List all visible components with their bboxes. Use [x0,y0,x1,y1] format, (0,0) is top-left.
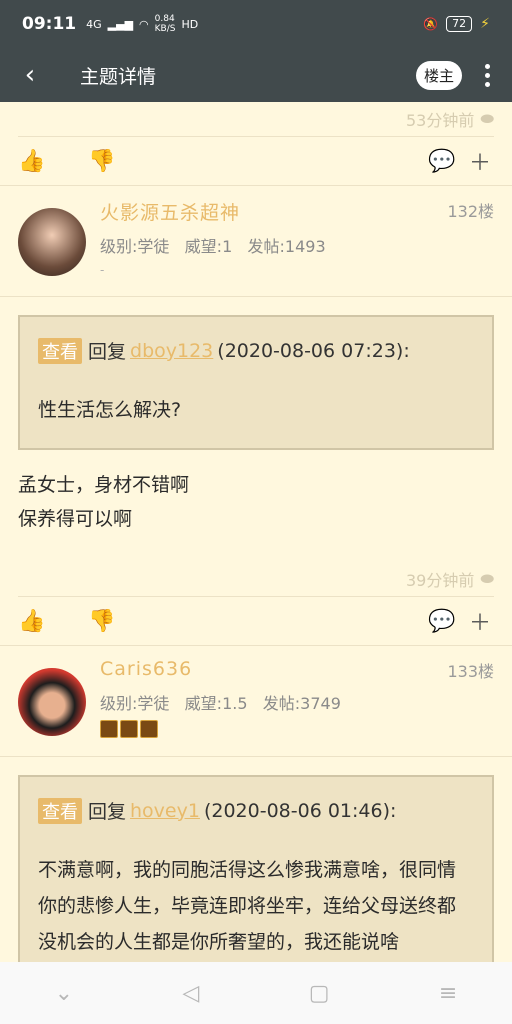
quote-date: (2020-08-06 01:46): [203,799,397,822]
post-actions: 👍 👎 💬 ＋ [0,597,512,645]
charging-icon: ⚡ [480,16,490,32]
status-bar: 09:11 4G ▂▄▆ ◠ 0.84 KB/S HD 🔕 72 ⚡ [0,0,512,48]
app-bar: ‹ 主题详情 楼主 [0,48,512,102]
author-badges [100,720,494,738]
add-icon[interactable]: ＋ [466,147,494,176]
post-author: 火影源五杀超神 132楼 级别:学徒 威望:1 发帖:1493 - [0,185,512,297]
quote-block: 查看 回复 dboy123 (2020-08-06 07:23): 性生活怎么解… [18,315,494,450]
author-signature: - [100,263,105,277]
net-speed: 0.84 KB/S [155,14,176,34]
hide-keyboard-icon[interactable]: ⌄ [55,981,73,1006]
floor-number: 133楼 [447,662,494,681]
comment-icon[interactable]: 💬 [428,607,456,635]
nav-menu-icon[interactable]: ≡ [439,981,457,1006]
quote-header: 查看 回复 dboy123 (2020-08-06 07:23): [38,337,474,364]
quote-date: (2020-08-06 07:23): [217,339,410,362]
net-speed-unit: KB/S [154,24,176,34]
post-body: 孟女士，身材不错啊 保养得可以啊 [18,468,494,536]
android-icon: ⬬ [480,569,494,588]
thumb-up-icon[interactable]: 👍 [18,607,46,635]
system-nav-bar: ⌄ ◁ ▢ ≡ [0,962,512,1024]
author-prestige: 威望:1 [184,237,233,256]
author-info: 火影源五杀超神 132楼 级别:学徒 威望:1 发帖:1493 - [100,198,494,284]
nav-back-icon[interactable]: ◁ [182,981,199,1006]
post-time: 53分钟前 [405,111,475,130]
more-icon[interactable] [474,63,500,87]
author-level: 级别:学徒 [100,237,170,256]
back-icon[interactable]: ‹ [0,60,60,90]
quote-header: 查看 回复 hovey1 (2020-08-06 01:46): [38,797,474,824]
quote-block: 查看 回复 hovey1 (2020-08-06 01:46): 不满意啊，我的… [18,775,494,962]
network-type: 4G [86,17,102,31]
nav-home-icon[interactable]: ▢ [309,981,330,1006]
page-title: 主题详情 [80,65,157,88]
post-line: 孟女士，身材不错啊 [18,474,190,496]
author-meta: 级别:学徒 威望:1 发帖:1493 [100,233,494,257]
status-icons: 4G ▂▄▆ ◠ 0.84 KB/S HD [86,14,198,34]
quote-text: 性生活怎么解决? [38,399,182,421]
signal-icon: ▂▄▆ [107,17,134,31]
net-speed-value: 0.84 [154,14,175,24]
hd-label: HD [181,17,199,31]
owner-only-button[interactable]: 楼主 [415,60,462,90]
author-header: Caris636 133楼 [100,658,494,682]
author-posts: 发帖:1493 [247,237,326,256]
badge-icon [140,720,158,738]
author-meta: 级别:学徒 威望:1.5 发帖:3749 [100,690,494,714]
quoted-user-link[interactable]: hovey1 [130,800,200,822]
username[interactable]: 火影源五杀超神 [100,198,240,225]
avatar[interactable] [18,668,86,736]
thumb-down-icon[interactable]: 👎 [88,607,116,635]
floor-number: 132楼 [447,202,494,221]
badge-icon [100,720,118,738]
view-tag-button[interactable]: 查看 [38,797,82,824]
author-prestige: 威望:1.5 [184,694,248,713]
add-icon[interactable]: ＋ [466,607,494,636]
post-line: 保养得可以啊 [18,508,133,530]
comment-icon[interactable]: 💬 [428,147,456,175]
status-right: 🔕 72 ⚡ [423,16,490,32]
view-tag-button[interactable]: 查看 [38,337,82,364]
post-author: Caris636 133楼 级别:学徒 威望:1.5 发帖:3749 [0,645,512,757]
quote-text: 不满意啊，我的同胞活得这么惨我满意啥，很同情你的悲惨人生，毕竟连即将坐牢，连给父… [38,859,457,953]
avatar[interactable] [18,208,86,276]
author-header: 火影源五杀超神 132楼 [100,198,494,225]
badge-icon [120,720,138,738]
mute-icon: 🔕 [423,17,439,31]
post-time-row: 39分钟前 ⬬ [0,562,512,596]
thumb-down-icon[interactable]: 👎 [88,147,116,175]
author-info: Caris636 133楼 级别:学徒 威望:1.5 发帖:3749 [100,658,494,744]
username[interactable]: Caris636 [100,658,192,682]
reply-label: 回复 [88,801,127,823]
author-posts: 发帖:3749 [262,694,341,713]
wifi-icon: ◠ [139,17,149,31]
post-actions: 👍 👎 💬 ＋ [0,137,512,185]
battery-level: 72 [446,16,473,32]
author-level: 级别:学徒 [100,694,170,713]
quoted-user-link[interactable]: dboy123 [130,340,213,362]
post-time-row: 53分钟前 ⬬ [0,102,512,136]
reply-label: 回复 [88,341,127,363]
thread-content[interactable]: 53分钟前 ⬬ 👍 👎 💬 ＋ 火影源五杀超神 132楼 级别:学徒 威望:1 … [0,102,512,962]
android-icon: ⬬ [480,109,494,128]
post-time: 39分钟前 [405,571,475,590]
status-time: 09:11 [22,14,77,34]
thumb-up-icon[interactable]: 👍 [18,147,46,175]
